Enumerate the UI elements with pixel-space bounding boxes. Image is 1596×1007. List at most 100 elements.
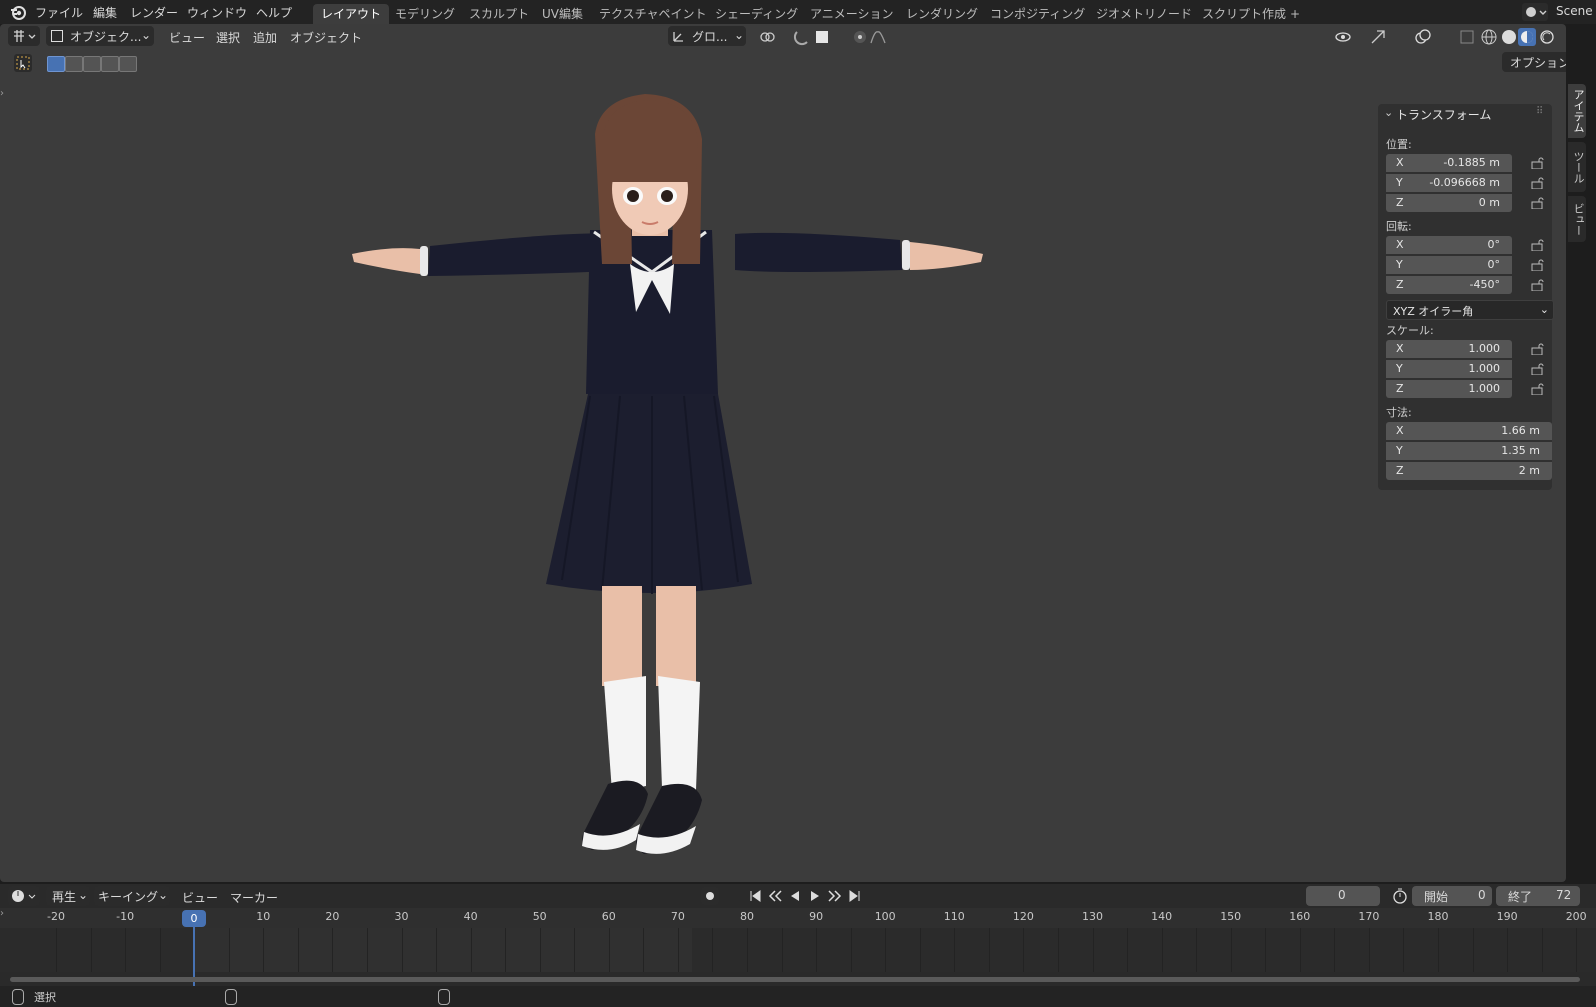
menu-add[interactable]: 追加 (253, 29, 277, 46)
frame-end-field[interactable]: 終了 72 (1496, 886, 1580, 906)
select-subtract-icon[interactable] (83, 56, 101, 72)
dimensions-z-field[interactable]: Z 2 m (1386, 462, 1552, 480)
stopwatch-icon[interactable] (1391, 887, 1409, 905)
frame-start-field[interactable]: 開始 0 (1412, 886, 1492, 906)
ruler-tick-label: 90 (809, 910, 824, 923)
tab-geometry-nodes[interactable]: ジオメトリノード (1088, 4, 1200, 24)
lock-icon[interactable] (1530, 197, 1544, 210)
select-extend-icon[interactable] (65, 56, 83, 72)
play-icon[interactable] (806, 887, 824, 905)
keying-dropdown[interactable]: キーイング ⌄ (94, 886, 170, 906)
lock-icon[interactable] (1530, 177, 1544, 190)
chevron-down-icon[interactable]: ⌄ (1384, 106, 1393, 119)
timeline-menu-view[interactable]: ビュー (182, 889, 218, 906)
lock-icon[interactable] (1530, 363, 1544, 376)
visibility-icon[interactable] (1334, 28, 1352, 46)
location-y-field[interactable]: Y -0.096668 m (1386, 174, 1512, 192)
playback-dropdown[interactable]: 再生 ⌄ (46, 886, 90, 906)
lock-icon[interactable] (1530, 279, 1544, 292)
menu-view[interactable]: ビュー (169, 29, 205, 46)
rotation-mode-dropdown[interactable]: XYZ オイラー角 ⌄ (1386, 300, 1554, 320)
scale-z-field[interactable]: Z 1.000 (1386, 380, 1512, 398)
select-intersect-icon[interactable] (119, 56, 137, 72)
character-model[interactable] (340, 94, 1000, 874)
xray-icon[interactable] (1458, 28, 1476, 46)
lock-icon[interactable] (1530, 157, 1544, 170)
options-dropdown[interactable]: オプション ⌄ (1502, 52, 1566, 72)
timeline-scrollbar[interactable] (10, 977, 1580, 982)
tab-sculpt[interactable]: スカルプト (461, 4, 537, 24)
menu-object[interactable]: オブジェクト (290, 29, 362, 46)
tab-texture-paint[interactable]: テクスチャペイント (591, 4, 715, 24)
tab-item[interactable]: アイテム (1568, 84, 1586, 138)
location-x-field[interactable]: X -0.1885 m (1386, 154, 1512, 172)
editor-type-icon[interactable] (8, 26, 40, 46)
proportional-edit-icon[interactable] (851, 28, 869, 46)
tab-uv-editing[interactable]: UV編集 (534, 4, 591, 24)
select-invert-icon[interactable] (101, 56, 119, 72)
active-tool-icon[interactable] (14, 54, 32, 72)
lock-icon[interactable] (1530, 259, 1544, 272)
tab-compositing[interactable]: コンポジティング (982, 4, 1093, 24)
3d-viewport[interactable]: オブジェク... ⌄ ビュー 選択 追加 オブジェクト グロ... ⌄ オプショ… (0, 24, 1566, 882)
menu-window[interactable]: ウィンドウ (187, 4, 247, 21)
drag-handle-icon[interactable]: ⠿ (1536, 106, 1543, 117)
scale-x-field[interactable]: X 1.000 (1386, 340, 1512, 358)
current-frame-field[interactable]: 0 (1306, 886, 1380, 906)
timeline-ruler[interactable]: -20 -10 10 20 30 40 50 60 70 80 90 100 110 120 130 140 1… (0, 908, 1596, 928)
transform-section-title[interactable]: トランスフォーム (1396, 106, 1491, 123)
tab-rendering[interactable]: レンダリング (898, 4, 986, 24)
tab-animation[interactable]: アニメーション (802, 4, 902, 24)
jump-start-icon[interactable] (746, 887, 764, 905)
rotation-y-field[interactable]: Y 0° (1386, 256, 1512, 274)
add-workspace-button[interactable]: + (1282, 4, 1308, 24)
menu-help[interactable]: ヘルプ (256, 4, 292, 21)
menu-select[interactable]: 選択 (216, 29, 240, 46)
jump-end-icon[interactable] (846, 887, 864, 905)
transform-orientation-dropdown[interactable]: グロ... ⌄ (668, 26, 746, 46)
snap-icon[interactable] (793, 28, 811, 46)
timeline-editor-type-icon[interactable] (8, 886, 40, 906)
dimensions-y-field[interactable]: Y 1.35 m (1386, 442, 1552, 460)
overlays-icon[interactable] (1414, 28, 1432, 46)
rotation-z-field[interactable]: Z -450° (1386, 276, 1512, 294)
scene-name[interactable]: Scene (1556, 4, 1593, 18)
lock-icon[interactable] (1530, 383, 1544, 396)
solid-shading-icon[interactable] (1500, 28, 1518, 46)
play-reverse-icon[interactable] (786, 887, 804, 905)
wireframe-shading-icon[interactable] (1480, 28, 1498, 46)
tab-modeling[interactable]: モデリング (387, 4, 463, 24)
menu-render[interactable]: レンダー (130, 4, 178, 21)
timeline-expand-icon[interactable]: › (0, 908, 4, 919)
toolbar-expand-icon[interactable]: › (0, 88, 4, 99)
lock-icon[interactable] (1530, 343, 1544, 356)
mode-dropdown[interactable]: オブジェク... ⌄ (46, 26, 154, 46)
select-new-icon[interactable] (47, 56, 65, 72)
pivot-point-icon[interactable] (758, 28, 776, 46)
tab-scripting[interactable]: スクリプト作成 (1194, 4, 1294, 24)
prev-keyframe-icon[interactable] (766, 887, 784, 905)
material-shading-icon[interactable] (1518, 28, 1536, 46)
scene-selector-icon[interactable] (1522, 3, 1548, 21)
scale-y-field[interactable]: Y 1.000 (1386, 360, 1512, 378)
gizmo-icon[interactable] (1369, 28, 1387, 46)
tab-tool[interactable]: ツール (1568, 142, 1586, 192)
menu-file[interactable]: ファイル (35, 4, 83, 21)
tab-view[interactable]: ビュー (1568, 196, 1586, 242)
rotation-x-field[interactable]: X 0° (1386, 236, 1512, 254)
lock-icon[interactable] (1530, 239, 1544, 252)
record-icon[interactable] (701, 887, 719, 905)
tab-layout[interactable]: レイアウト (313, 4, 390, 24)
location-z-field[interactable]: Z 0 m (1386, 194, 1512, 212)
menu-edit[interactable]: 編集 (93, 4, 117, 21)
timeline-menu-marker[interactable]: マーカー (230, 889, 278, 906)
snap-target-icon[interactable] (813, 28, 831, 46)
falloff-icon[interactable] (869, 28, 887, 46)
timeline-frame-area[interactable] (0, 928, 1596, 972)
tab-shading[interactable]: シェーディング (707, 4, 806, 24)
blender-logo-icon[interactable] (9, 3, 27, 21)
dimensions-x-field[interactable]: X 1.66 m (1386, 422, 1552, 440)
rendered-shading-icon[interactable] (1538, 28, 1556, 46)
playhead-marker[interactable]: 0 (182, 910, 206, 927)
next-keyframe-icon[interactable] (826, 887, 844, 905)
